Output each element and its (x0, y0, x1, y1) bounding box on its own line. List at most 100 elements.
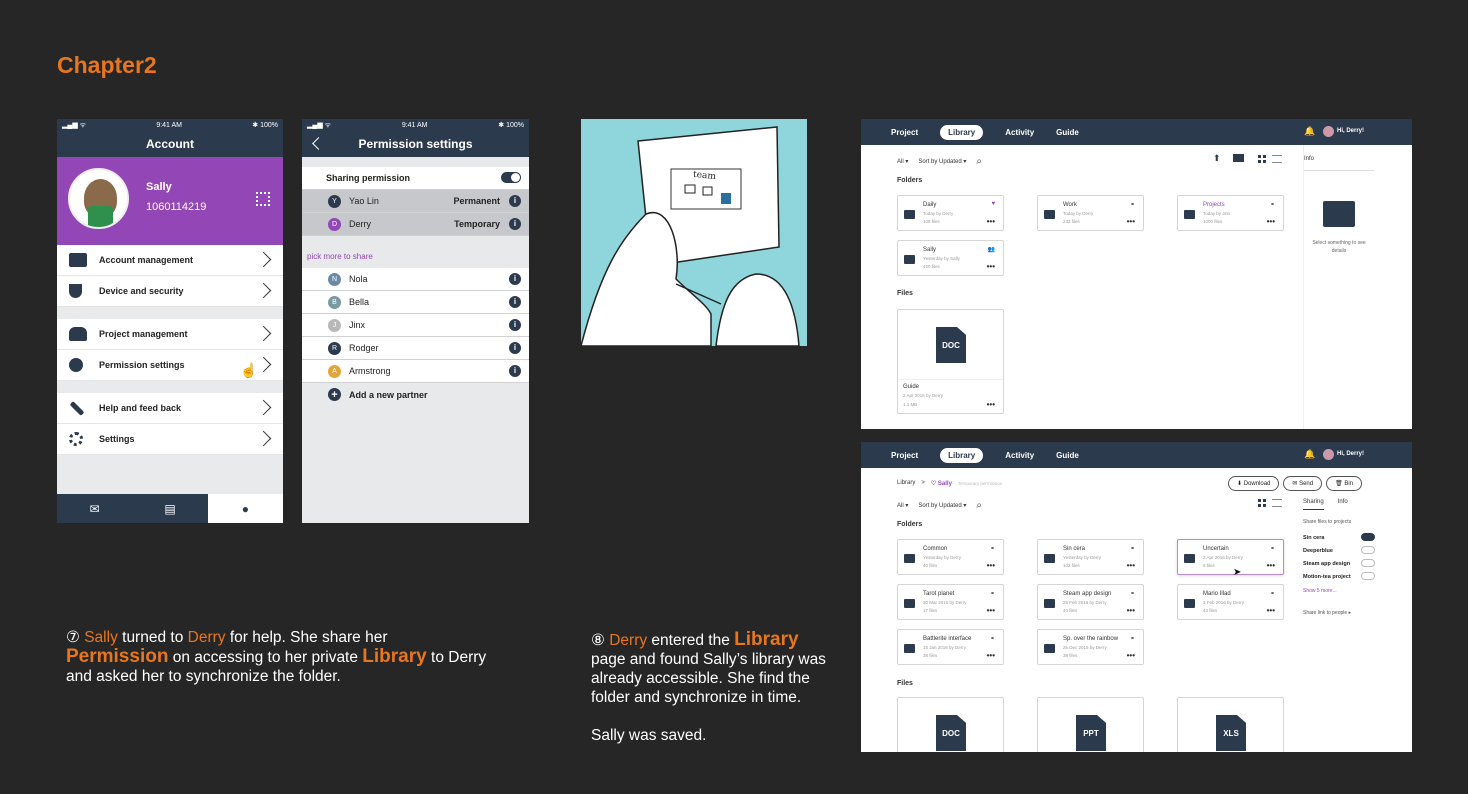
nav-library[interactable]: Library (940, 124, 984, 140)
more-icon[interactable]: ••• (1127, 217, 1135, 226)
info-tab[interactable]: Info (1304, 156, 1314, 162)
info-icon[interactable]: i (509, 195, 521, 207)
tab-info[interactable]: Info (1338, 499, 1348, 510)
file-card[interactable]: DOC (897, 697, 1004, 752)
list-view-icon[interactable] (1272, 155, 1282, 163)
breadcrumb-sally[interactable]: ♡ Sally (931, 480, 952, 487)
info-icon[interactable]: i (509, 342, 521, 354)
nav-activity[interactable]: Activity (1005, 128, 1034, 137)
partner-row[interactable]: R Rodger i (302, 337, 529, 360)
nav-activity[interactable]: Activity (1005, 451, 1034, 460)
more-icon[interactable]: ••• (1127, 606, 1135, 615)
menu-project-management[interactable]: Project management (57, 319, 283, 350)
menu-settings[interactable]: Settings (57, 424, 283, 455)
folder-card[interactable]: Common Yesterday by Derry 40 files ⚭ ••• (897, 539, 1004, 575)
nav-project[interactable]: Project (891, 451, 918, 460)
folder-card[interactable]: Tarot planet 30 Mar 2016 by Derry 17 files… (897, 584, 1004, 620)
project-toggle[interactable] (1361, 559, 1375, 567)
more-icon[interactable]: ••• (1127, 561, 1135, 570)
more-icon[interactable]: ••• (987, 651, 995, 660)
tab-sharing[interactable]: Sharing (1303, 499, 1324, 510)
partner-row[interactable]: N Nola i (302, 268, 529, 291)
folder-card[interactable]: Battlerite interface 15 Jan 2016 by Derry… (897, 629, 1004, 665)
info-icon[interactable]: i (509, 365, 521, 377)
tab-profile[interactable]: ● (207, 494, 283, 523)
tab-reports[interactable]: ▤ (132, 494, 208, 523)
download-button[interactable]: ⬇ Download (1228, 476, 1280, 491)
folder-card[interactable]: Projects Today by Jinx 1000 files ⚭ ••• (1177, 195, 1284, 231)
sort-dropdown[interactable]: Sort by Updated ▾ (918, 158, 966, 165)
list-view-icon[interactable] (1272, 499, 1282, 507)
info-icon[interactable]: i (509, 319, 521, 331)
filter-dropdown[interactable]: All ▾ (897, 502, 908, 509)
project-toggle[interactable] (1361, 533, 1375, 541)
folder-card[interactable]: Mario Illad 3 Feb 2016 by Derry 43 files ⚭ •… (1177, 584, 1284, 620)
folder-card[interactable]: Sin cera Yesterday by Derry 102 files ⚭ ••• (1037, 539, 1144, 575)
more-icon[interactable]: ••• (1267, 217, 1275, 226)
file-card[interactable]: PPT (1037, 697, 1144, 752)
search-icon[interactable]: ⌕ (976, 156, 982, 167)
shared-user-row[interactable]: D Derry Temporary i (302, 213, 529, 236)
menu-permission-settings[interactable]: Permission settings ☝ (57, 350, 283, 381)
permission-type[interactable]: Temporary (454, 219, 500, 229)
more-icon[interactable]: ••• (1267, 606, 1275, 615)
avatar[interactable] (1323, 126, 1334, 137)
ppt-file-icon: PPT (1076, 715, 1106, 751)
project-toggle[interactable] (1361, 572, 1375, 580)
bell-icon[interactable]: 🔔 (1304, 126, 1315, 137)
sharing-toggle[interactable] (501, 172, 521, 183)
file-card[interactable]: DOC Guide 2 Apr 2016 by Derry 1.1 MB ••• (897, 309, 1004, 414)
show-more-link[interactable]: Show 5 more... (1303, 588, 1337, 594)
search-icon[interactable]: ⌕ (976, 500, 982, 511)
bin-button[interactable]: 🗑 Bin (1326, 476, 1363, 491)
folder-card[interactable]: Uncertain 2 Apr 2016 by Derry 6 files ⚭ ••• (1177, 539, 1284, 575)
filter-dropdown[interactable]: All ▾ (897, 158, 908, 165)
bell-icon[interactable]: 🔔 (1304, 449, 1315, 460)
info-icon[interactable]: i (509, 296, 521, 308)
permission-type[interactable]: Permanent (453, 196, 500, 206)
menu-help-feedback[interactable]: Help and feed back (57, 393, 283, 424)
more-icon[interactable]: ••• (1127, 651, 1135, 660)
breadcrumb-library[interactable]: Library (897, 480, 915, 487)
sort-dropdown[interactable]: Sort by Updated ▾ (918, 502, 966, 509)
grid-view-icon[interactable] (1258, 155, 1266, 163)
folder-card[interactable]: Daily Today by Derry 108 files ♥ ••• (897, 195, 1004, 231)
back-chevron-icon[interactable] (312, 137, 325, 150)
avatar[interactable] (1323, 449, 1334, 460)
folder-card[interactable]: Sally Yesterday by Sally 420 files 👥 ••• (897, 240, 1004, 276)
file-card[interactable]: XLS (1177, 697, 1284, 752)
folder-card[interactable]: Steam app design 25 Feb 2016 by Derry 40 f… (1037, 584, 1144, 620)
project-toggle[interactable] (1361, 546, 1375, 554)
more-icon[interactable]: ••• (987, 262, 995, 271)
more-icon[interactable]: ••• (987, 400, 995, 409)
qr-code-icon[interactable] (256, 192, 270, 206)
partner-row[interactable]: B Bella i (302, 291, 529, 314)
more-icon[interactable]: ••• (987, 606, 995, 615)
add-partner-button[interactable]: + Add a new partner (302, 383, 529, 406)
menu-device-security[interactable]: Device and security (57, 276, 283, 307)
more-icon[interactable]: ••• (987, 561, 995, 570)
info-icon[interactable]: i (509, 273, 521, 285)
shared-user-row[interactable]: Y Yao Lin Permanent i (302, 190, 529, 213)
folder-card[interactable]: Sp. over the rainbow 25 Dec 2015 by Derry… (1037, 629, 1144, 665)
nav-guide[interactable]: Guide (1056, 128, 1079, 137)
info-icon[interactable]: i (509, 218, 521, 230)
folder-card[interactable]: Work Today by Derry 232 files ⚭ ••• (1037, 195, 1144, 231)
user-menu[interactable]: Hi, Derry! (1337, 128, 1364, 134)
new-folder-icon[interactable] (1233, 154, 1244, 162)
more-icon[interactable]: ••• (987, 217, 995, 226)
nav-library[interactable]: Library (940, 447, 984, 463)
nav-project[interactable]: Project (891, 128, 918, 137)
nav-guide[interactable]: Guide (1056, 451, 1079, 460)
share-link-button[interactable]: Share link to people ▸ (1303, 610, 1351, 616)
menu-account-management[interactable]: Account management (57, 245, 283, 276)
grid-view-icon[interactable] (1258, 499, 1266, 507)
partner-row[interactable]: J Jinx i (302, 314, 529, 337)
more-icon[interactable]: ••• (1267, 561, 1275, 570)
partner-row[interactable]: A Armstrong i (302, 360, 529, 383)
send-button[interactable]: ✉ Send (1283, 476, 1323, 491)
user-menu[interactable]: Hi, Derry! (1337, 451, 1364, 457)
avatar[interactable] (68, 168, 129, 229)
upload-icon[interactable]: ⬆ (1213, 153, 1221, 164)
tab-messages[interactable]: ✉ (57, 494, 133, 523)
